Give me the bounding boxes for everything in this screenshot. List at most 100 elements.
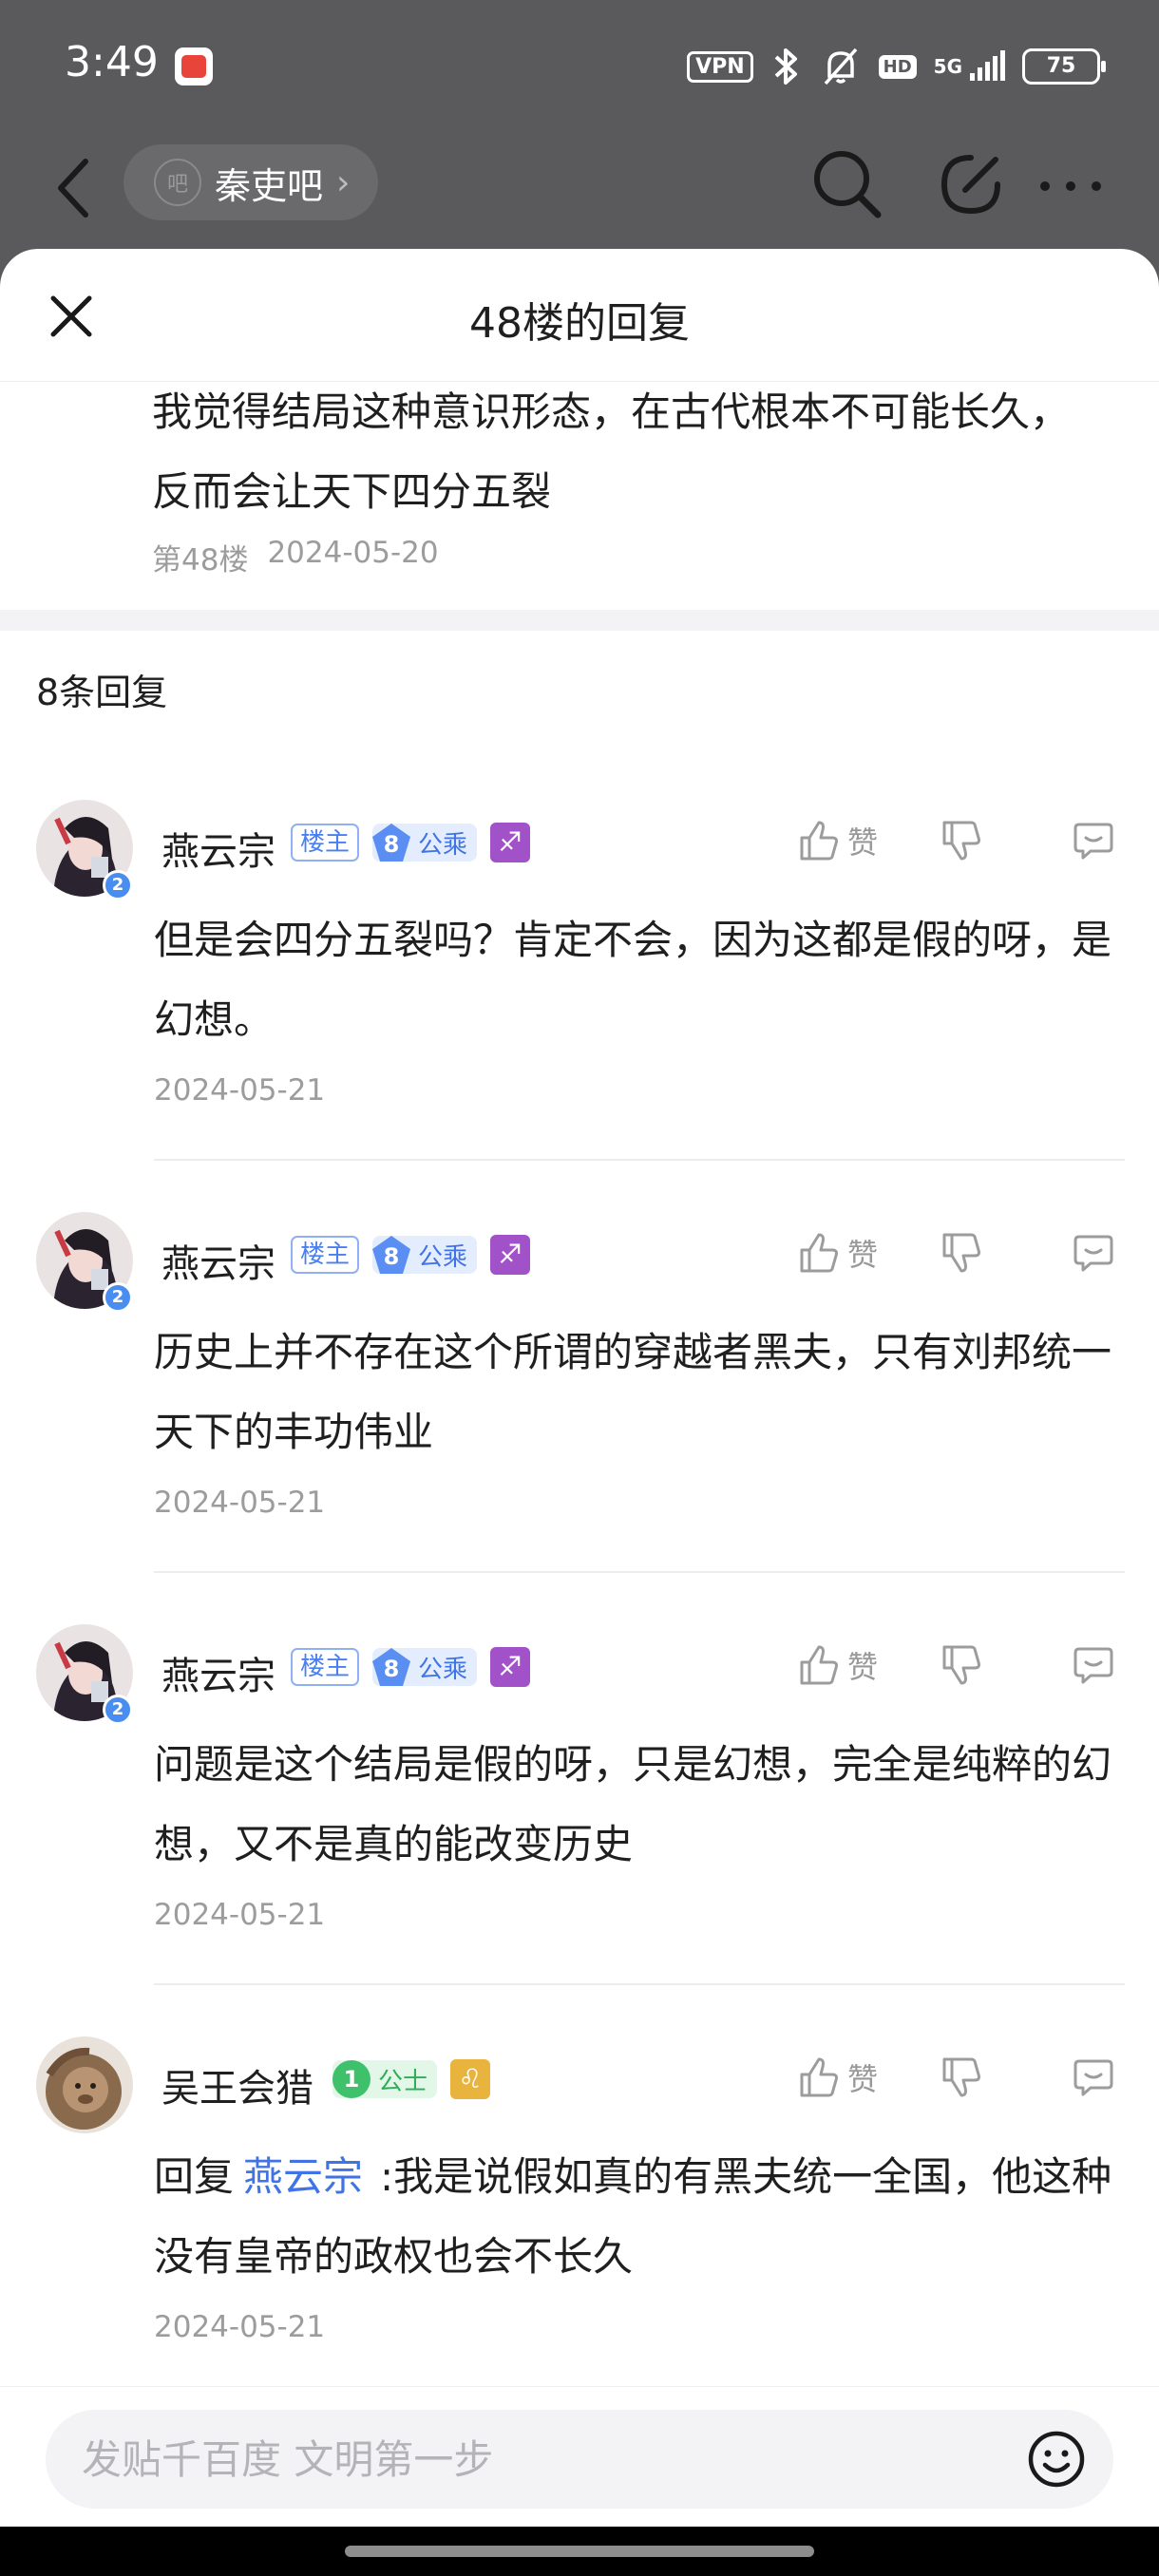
avatar-image (36, 2036, 133, 2133)
reply-item: 2 燕云宗 楼主 8 公乘 ♐ 赞 历史上并不存在这个所谓的穿越者黑夫，只有刘邦统… (0, 1212, 1159, 1624)
reply-item: 2 燕云宗 楼主 8 公乘 ♐ 赞 问题是这个结局是假的呀，只是幻想，完全是纯粹的… (0, 1624, 1159, 2036)
navigation-bar (0, 2527, 1159, 2576)
chevron-right-icon: › (336, 162, 351, 202)
like-button[interactable]: 赞 (794, 1641, 937, 1689)
reply-divider (154, 1159, 1125, 1161)
search-icon[interactable] (804, 141, 889, 226)
reply-date: 2024-05-21 (154, 1486, 326, 1520)
level-number: 1 (332, 2060, 370, 2098)
user-badges: 1 公士 ♌ (332, 2059, 491, 2099)
user-badges: 楼主 8 公乘 ♐ (291, 1647, 531, 1687)
level-number: 8 (372, 824, 411, 862)
reply-input-container[interactable] (46, 2410, 1113, 2509)
thumbs-up-icon (800, 1233, 838, 1273)
thumbs-up-icon (800, 2057, 838, 2097)
reply-date: 2024-05-21 (154, 1898, 326, 1932)
thumbs-down-icon (942, 1233, 980, 1273)
zodiac-badge: ♐ (490, 1235, 531, 1275)
dislike-button[interactable] (937, 817, 1070, 864)
hd-icon: HD (878, 54, 917, 79)
sheet-header: 48楼的回复 (0, 249, 1159, 382)
dislike-button[interactable] (937, 1229, 1070, 1277)
replies-sheet: 48楼的回复 我觉得结局这种意识形态，在古代根本不可能长久，反而会让天下四分五裂… (0, 249, 1159, 2576)
zodiac-badge: ♌ (450, 2059, 491, 2099)
like-label: 赞 (847, 824, 879, 861)
level-title: 公乘 (418, 830, 468, 860)
avatar-level-badge: 2 (103, 870, 133, 900)
status-icons: VPN HD 5G 75 (687, 44, 1106, 89)
username[interactable]: 燕云宗 (162, 1645, 276, 1700)
comment-button[interactable] (1070, 1641, 1117, 1689)
user-badges: 楼主 8 公乘 ♐ (291, 823, 531, 862)
reply-actions: 赞 (794, 2054, 1117, 2101)
level-badge: 8 公乘 (372, 1236, 478, 1274)
section-divider (0, 610, 1159, 631)
like-label: 赞 (847, 1237, 879, 1273)
bluetooth-icon (774, 48, 797, 85)
sheet-title: 48楼的回复 (469, 299, 690, 348)
avatar[interactable] (36, 2036, 133, 2133)
comment-icon (1074, 2059, 1113, 2096)
emoji-icon[interactable] (1024, 2427, 1089, 2491)
post-date: 2024-05-20 (267, 536, 439, 570)
edit-icon[interactable] (927, 141, 1013, 226)
user-badges: 楼主 8 公乘 ♐ (291, 1235, 531, 1275)
avatar-level-badge: 2 (103, 1282, 133, 1313)
like-button[interactable]: 赞 (794, 2054, 937, 2101)
network-type: 5G (933, 55, 962, 78)
level-badge: 8 公乘 (372, 1648, 478, 1686)
reply-text: 历史上并不存在这个所谓的穿越者黑夫，只有刘邦统一天下的丰功伟业 (154, 1329, 1112, 1455)
dislike-button[interactable] (937, 1641, 1070, 1689)
reply-input[interactable] (82, 2435, 937, 2483)
like-label: 赞 (847, 1649, 879, 1685)
avatar[interactable]: 2 (36, 1212, 133, 1313)
thumbs-up-icon (800, 1645, 838, 1685)
signal-icon (970, 50, 1005, 81)
like-button[interactable]: 赞 (794, 817, 937, 864)
comment-button[interactable] (1070, 2054, 1117, 2101)
reply-text: 回复 燕云宗:我是说假如真的有黑夫统一全国，他这种没有皇帝的政权也会不长久 (154, 2137, 1123, 2297)
level-number: 8 (372, 1648, 411, 1686)
comment-icon (1074, 1647, 1113, 1684)
owner-badge: 楼主 (291, 824, 360, 862)
original-post-text: 我觉得结局这种意识形态，在古代根本不可能长久，反而会让天下四分五裂 (152, 388, 1071, 515)
comment-button[interactable] (1070, 817, 1117, 864)
dislike-button[interactable] (937, 2054, 1070, 2101)
username[interactable]: 燕云宗 (162, 1233, 276, 1288)
thumbs-up-icon (800, 821, 838, 861)
avatar-level-badge: 2 (103, 1695, 133, 1725)
app-notification-icon (175, 47, 213, 85)
owner-badge: 楼主 (291, 1236, 360, 1274)
forum-logo: 吧 (154, 159, 201, 206)
username[interactable]: 燕云宗 (162, 821, 276, 876)
more-icon[interactable] (1028, 141, 1113, 226)
thumbs-down-icon (942, 1645, 980, 1685)
username[interactable]: 吴王会猎 (162, 2057, 314, 2112)
owner-badge: 楼主 (291, 1648, 360, 1686)
floor-number: 第48楼 (152, 543, 249, 578)
reply-text: 但是会四分五裂吗？肯定不会，因为这都是假的呀，是幻想。 (154, 917, 1112, 1043)
thumbs-down-icon (942, 821, 980, 861)
avatar[interactable]: 2 (36, 800, 133, 900)
like-button[interactable]: 赞 (794, 1229, 937, 1277)
zodiac-badge: ♐ (490, 1647, 531, 1687)
level-badge: 1 公士 (332, 2060, 438, 2098)
level-title: 公乘 (418, 1655, 468, 1684)
home-indicator[interactable] (345, 2546, 814, 2557)
reply-divider (154, 1571, 1125, 1573)
reply-actions: 赞 (794, 817, 1117, 864)
back-icon[interactable] (46, 150, 103, 226)
status-bar: 3:49 VPN HD 5G 75 (0, 0, 1159, 133)
reply-prefix: 回复 (154, 2153, 235, 2200)
mention-link[interactable]: 燕云宗 (243, 2153, 363, 2200)
level-title: 公乘 (418, 1242, 468, 1272)
avatar[interactable]: 2 (36, 1624, 133, 1725)
reply-actions: 赞 (794, 1229, 1117, 1277)
comment-icon (1074, 823, 1113, 860)
comment-icon (1074, 1235, 1113, 1272)
thumbs-down-icon (942, 2057, 980, 2097)
forum-chip[interactable]: 吧 秦吏吧 › (124, 144, 379, 220)
comment-button[interactable] (1070, 1229, 1117, 1277)
zodiac-badge: ♐ (490, 823, 531, 862)
mute-bell-icon (824, 47, 857, 85)
